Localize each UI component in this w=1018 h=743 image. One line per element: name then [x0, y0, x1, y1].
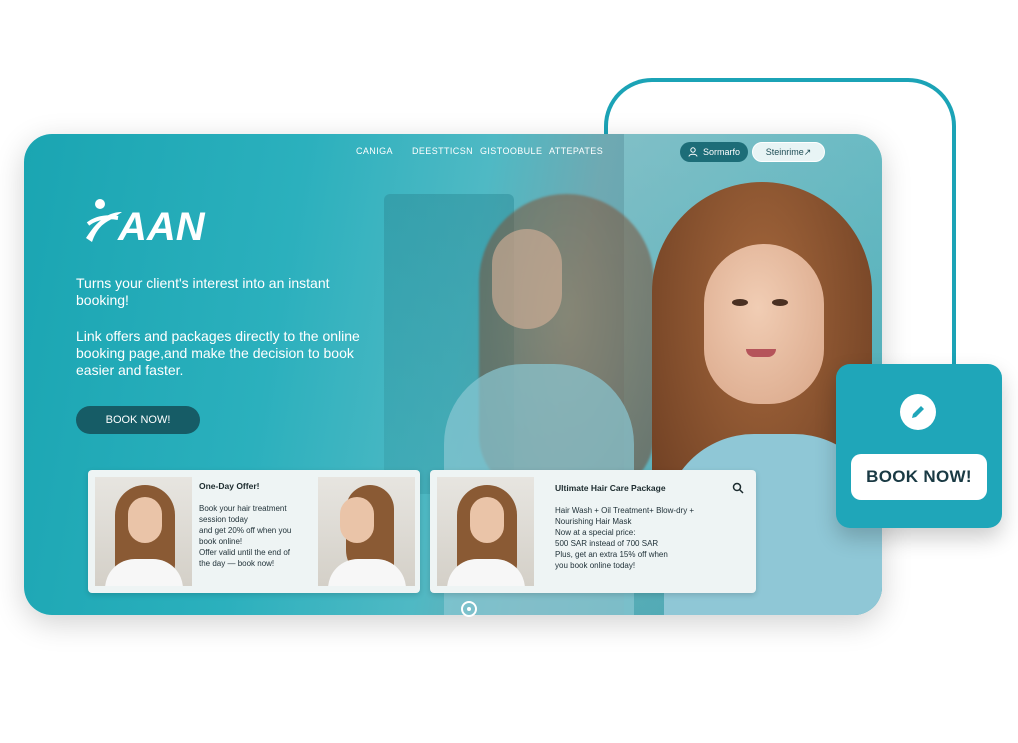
pencil-icon: [900, 394, 936, 430]
search-icon[interactable]: [732, 482, 744, 494]
nav-item-deesttics[interactable]: DEESTTICSN: [412, 146, 473, 162]
card-title: Ultimate Hair Care Package: [555, 483, 666, 493]
hero-woman-smile: [746, 349, 776, 357]
user-icon: [688, 147, 698, 157]
signin-button[interactable]: Sormarfo: [680, 142, 748, 162]
card-photo-woman: [95, 477, 192, 586]
card-photo-woman: [437, 477, 534, 586]
card-title: One-Day Offer!: [199, 481, 260, 491]
floating-booking-card: [836, 364, 1002, 528]
card-photo-woman-profile: [318, 477, 415, 586]
hero-woman-face: [704, 244, 824, 404]
hero-headline: Turns your client's interest into an ins…: [76, 275, 330, 308]
card-body: Book your hair treatment session today a…: [199, 504, 292, 568]
card-body: Hair Wash + Oil Treatment+ Blow-dry + No…: [555, 506, 695, 570]
nav-item-attepates[interactable]: ATTEPATES: [549, 146, 603, 162]
nav-item-gistoobule[interactable]: GISTOOBULE: [480, 146, 542, 162]
book-now-button[interactable]: BOOK NOW!: [76, 406, 200, 434]
mirror-reflection-face: [492, 229, 562, 329]
brand-logo: AAN: [86, 199, 206, 248]
floating-book-now-button[interactable]: BOOK NOW!: [851, 454, 987, 500]
signup-label: Steinrime↗: [765, 146, 812, 157]
nav-item-caniga[interactable]: CANIGA: [356, 146, 393, 162]
signup-button[interactable]: Steinrime↗: [752, 142, 825, 162]
hero-description: Link offers and packages directly to the…: [76, 328, 360, 378]
signin-label: Sormarfo: [703, 147, 741, 157]
hero-woman-eye: [732, 299, 748, 306]
carousel-indicator[interactable]: [461, 601, 477, 617]
logo-text: AAN: [117, 205, 206, 248]
hero-woman-eye: [772, 299, 788, 306]
